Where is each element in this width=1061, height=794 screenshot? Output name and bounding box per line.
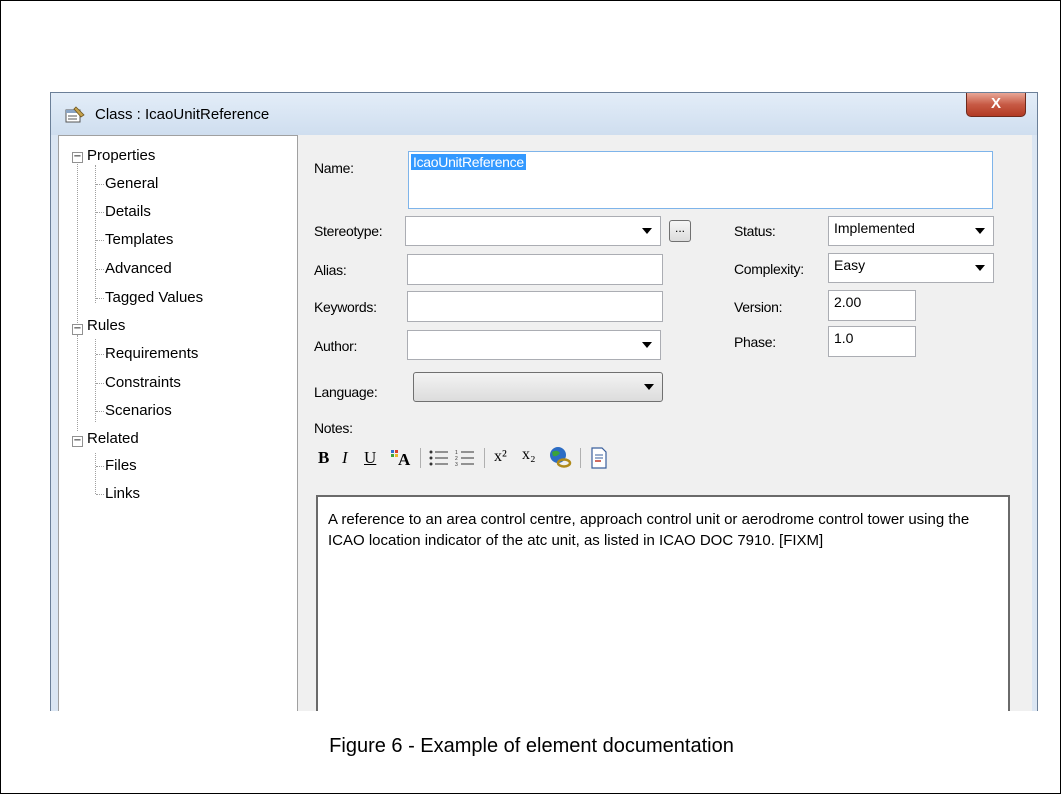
subscript-button[interactable]: x₂	[522, 446, 536, 464]
tree-group-rules[interactable]: Rules	[87, 317, 125, 334]
notes-label: Notes:	[314, 420, 353, 436]
tree-item-files[interactable]: Files	[105, 457, 137, 474]
collapse-icon[interactable]: −	[72, 324, 83, 335]
italic-button[interactable]: I	[342, 448, 348, 468]
collapse-icon[interactable]: −	[72, 436, 83, 447]
keywords-input[interactable]	[407, 291, 663, 322]
tree-item-general[interactable]: General	[105, 175, 158, 192]
dialog-body: − Properties General Details Templates A…	[58, 135, 1032, 711]
close-button[interactable]: X	[966, 93, 1026, 117]
document-icon[interactable]	[590, 447, 608, 469]
tree-group-related[interactable]: Related	[87, 430, 139, 447]
stereotype-label: Stereotype:	[314, 223, 383, 239]
figure-caption: Figure 6 - Example of element documentat…	[329, 735, 734, 757]
stereotype-browse-button[interactable]: ...	[669, 220, 691, 242]
collapse-icon[interactable]: −	[72, 152, 83, 163]
document-frame: Class : IcaoUnitReference X − Properties…	[0, 0, 1061, 794]
bullet-list-icon[interactable]	[429, 449, 449, 467]
class-properties-icon	[65, 106, 85, 123]
tree-item-scenarios[interactable]: Scenarios	[105, 402, 172, 419]
alias-input[interactable]	[407, 254, 663, 285]
name-input[interactable]: IcaoUnitReference	[408, 151, 993, 209]
tree-item-details[interactable]: Details	[105, 203, 151, 220]
status-dropdown[interactable]: Implemented	[828, 216, 994, 246]
bold-button[interactable]: B	[318, 448, 329, 468]
hyperlink-globe-icon[interactable]	[548, 446, 572, 468]
tree-item-links[interactable]: Links	[105, 485, 140, 502]
font-color-icon[interactable]: A	[390, 448, 412, 468]
phase-input[interactable]: 1.0	[828, 326, 916, 357]
tree-item-constraints[interactable]: Constraints	[105, 374, 181, 391]
notes-text: A reference to an area control centre, a…	[328, 511, 970, 549]
notes-toolbar: B I U A 1 2 3 x² x₂	[308, 441, 1022, 475]
phase-label: Phase:	[734, 334, 776, 350]
underline-button[interactable]: U	[364, 448, 376, 468]
class-dialog: Class : IcaoUnitReference X − Properties…	[50, 92, 1038, 711]
superscript-button[interactable]: x²	[494, 448, 507, 466]
dropdown-arrow-icon	[642, 228, 652, 234]
version-label: Version:	[734, 299, 783, 315]
notes-editor[interactable]: A reference to an area control centre, a…	[316, 495, 1010, 711]
title-bar[interactable]: Class : IcaoUnitReference X	[51, 93, 1037, 135]
navigation-tree: − Properties General Details Templates A…	[58, 135, 298, 711]
author-dropdown[interactable]	[407, 330, 661, 360]
author-label: Author:	[314, 338, 358, 354]
status-label: Status:	[734, 223, 776, 239]
complexity-dropdown[interactable]: Easy	[828, 253, 994, 283]
name-value: IcaoUnitReference	[411, 154, 526, 170]
tree-item-templates[interactable]: Templates	[105, 231, 173, 248]
tree-item-tagged-values[interactable]: Tagged Values	[105, 289, 203, 306]
tree-group-properties[interactable]: Properties	[87, 147, 155, 164]
keywords-label: Keywords:	[314, 299, 377, 315]
alias-label: Alias:	[314, 262, 347, 278]
svg-text:3: 3	[455, 462, 458, 467]
tree-item-advanced[interactable]: Advanced	[105, 260, 172, 277]
language-label: Language:	[314, 384, 378, 400]
window-title: Class : IcaoUnitReference	[95, 106, 270, 123]
complexity-label: Complexity:	[734, 261, 804, 277]
name-label: Name:	[314, 160, 354, 176]
dropdown-arrow-icon	[644, 384, 654, 390]
dropdown-arrow-icon	[642, 342, 652, 348]
numbered-list-icon[interactable]: 1 2 3	[455, 449, 475, 467]
dropdown-arrow-icon	[975, 265, 985, 271]
svg-text:A: A	[398, 450, 411, 468]
stereotype-dropdown[interactable]	[405, 216, 661, 246]
language-dropdown[interactable]	[413, 372, 663, 402]
version-input[interactable]: 2.00	[828, 290, 916, 321]
tree-item-requirements[interactable]: Requirements	[105, 345, 198, 362]
dropdown-arrow-icon	[975, 228, 985, 234]
